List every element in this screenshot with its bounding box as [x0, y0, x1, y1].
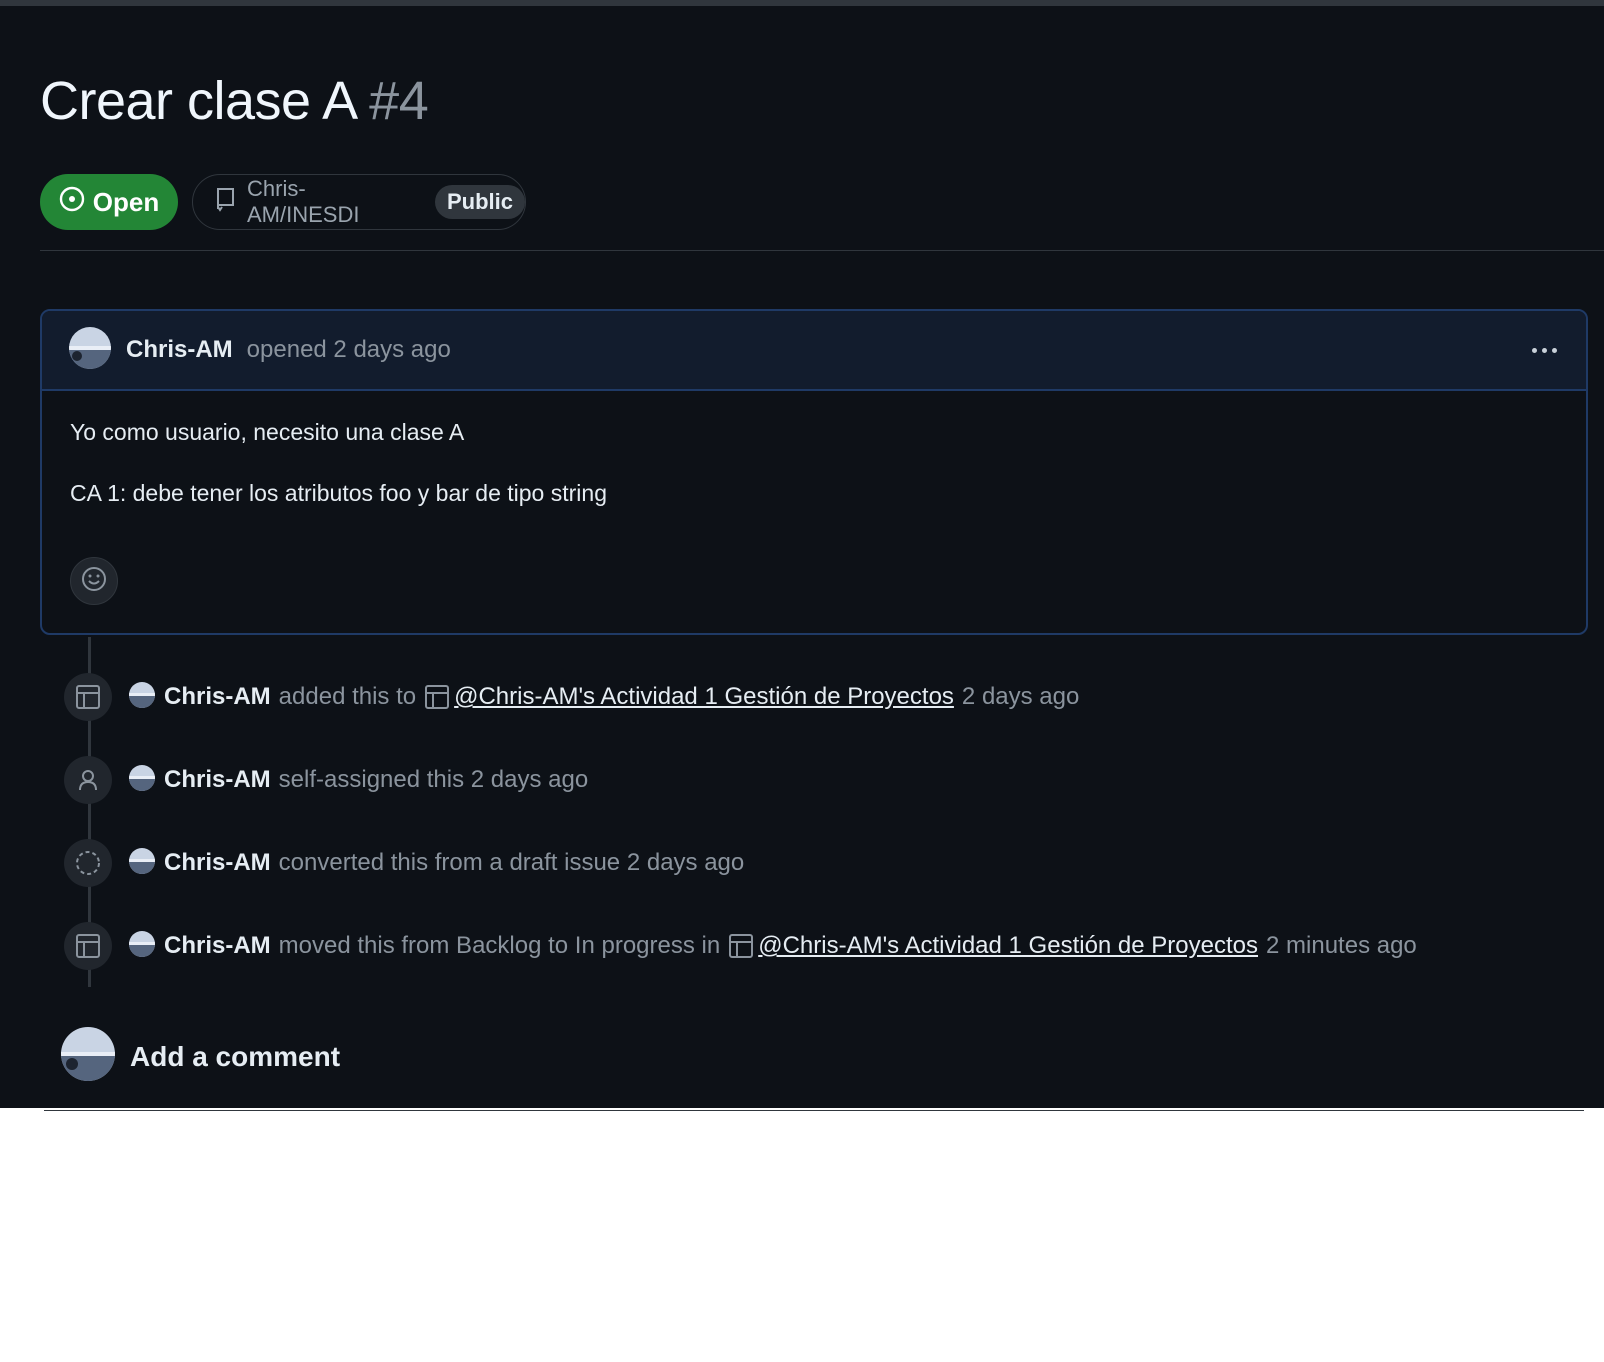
event-author[interactable]: Chris-AM — [164, 849, 271, 877]
person-icon — [64, 756, 112, 804]
avatar[interactable] — [68, 326, 112, 375]
comment-body: Yo como usuario, necesito una clase A CA… — [42, 391, 1586, 507]
issue-state-label: Open — [92, 186, 160, 217]
event-text: converted this from a draft issue 2 days… — [278, 849, 745, 876]
timeline-event: Chris-AM moved this from Backlog to In p… — [64, 922, 1417, 970]
add-comment-section: Add a comment — [60, 1026, 340, 1087]
event-text: self-assigned this 2 days ago — [278, 766, 589, 793]
issue-body-comment: Chris-AM opened 2 days ago Yo como usuar… — [40, 309, 1588, 635]
comment-body-line: CA 1: debe tener los atributos foo y bar… — [70, 480, 607, 506]
issue-state-badge: Open — [40, 174, 178, 230]
event-time: 2 days ago — [961, 683, 1080, 710]
draft-issue-icon — [64, 839, 112, 887]
repo-link[interactable]: Chris-AM/INESDI Public — [192, 174, 526, 230]
event-text: moved this from Backlog to In progress i… — [278, 932, 721, 959]
project-table-icon — [64, 922, 112, 970]
add-comment-heading: Add a comment — [130, 1040, 341, 1072]
issue-panel: Crear clase A #4 Open Chris-AM/INESDI Pu… — [0, 0, 1604, 1111]
avatar[interactable] — [128, 847, 156, 880]
event-time: 2 minutes ago — [1266, 932, 1417, 959]
avatar[interactable] — [60, 1026, 116, 1087]
avatar[interactable] — [128, 681, 156, 714]
project-table-icon — [728, 933, 754, 959]
event-author[interactable]: Chris-AM — [164, 683, 271, 711]
comment-meta: opened 2 days ago — [246, 336, 451, 363]
timeline-event: Chris-AM self-assigned this 2 days ago — [64, 756, 588, 804]
project-link[interactable]: @Chris-AM's Actividad 1 Gestión de Proye… — [454, 683, 954, 711]
issue-number: #4 — [369, 71, 429, 131]
timeline-event: Chris-AM added this to @Chris-AM's Activ… — [64, 673, 1079, 721]
event-author[interactable]: Chris-AM — [164, 766, 271, 794]
avatar[interactable] — [128, 764, 156, 797]
event-text: added this to — [278, 683, 417, 710]
avatar[interactable] — [128, 930, 156, 963]
issue-title-text: Crear clase A — [40, 71, 355, 131]
project-table-icon — [424, 684, 450, 710]
add-reaction-button[interactable] — [70, 557, 118, 605]
bottom-divider — [44, 1110, 1584, 1111]
smiley-icon — [80, 565, 108, 598]
issue-opened-icon — [59, 186, 85, 219]
repo-name: Chris-AM/INESDI — [247, 176, 360, 227]
comment-body-line: Yo como usuario, necesito una clase A — [70, 419, 465, 445]
repo-icon — [215, 186, 237, 218]
header-divider — [40, 250, 1604, 251]
project-link[interactable]: @Chris-AM's Actividad 1 Gestión de Proye… — [758, 932, 1258, 960]
event-author[interactable]: Chris-AM — [164, 932, 271, 960]
visibility-badge: Public — [434, 185, 525, 219]
issue-title: Crear clase A #4 — [40, 70, 429, 132]
timeline-event: Chris-AM converted this from a draft iss… — [64, 839, 744, 887]
comment-header: Chris-AM opened 2 days ago — [42, 311, 1586, 391]
project-table-icon — [64, 673, 112, 721]
comment-options-button[interactable] — [1524, 335, 1564, 365]
kebab-horizontal-icon — [1531, 347, 1537, 353]
comment-author[interactable]: Chris-AM — [126, 336, 233, 364]
